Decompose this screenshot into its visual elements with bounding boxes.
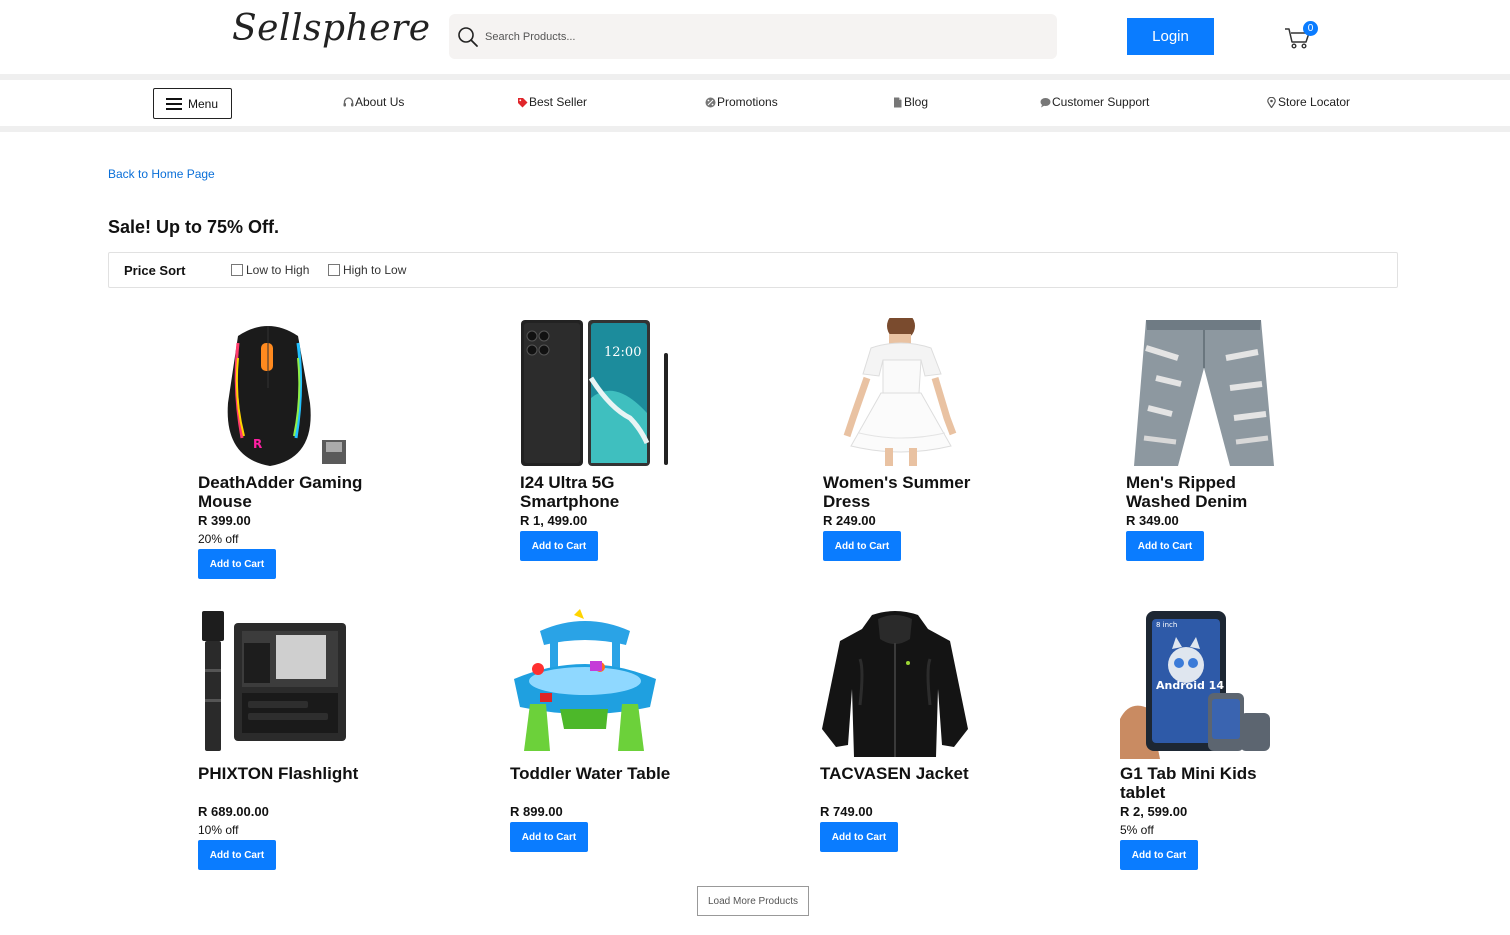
- product-price: R 899.00: [510, 804, 563, 819]
- nav-item-label: Customer Support: [1052, 95, 1150, 109]
- add-to-cart-button[interactable]: Add to Cart: [198, 840, 276, 870]
- nav-item-label: Store Locator: [1278, 95, 1351, 109]
- menu-button[interactable]: Menu: [153, 88, 232, 119]
- sort-option-label: Low to High: [246, 263, 310, 277]
- product-card: Android 14 8 inch G1 Tab Mini Kids table…: [1120, 609, 1300, 871]
- product-price: R 249.00: [823, 513, 876, 528]
- product-name[interactable]: Men's Ripped Washed Denim: [1126, 473, 1296, 511]
- jacket-image[interactable]: [820, 609, 970, 759]
- svg-text:8 inch: 8 inch: [1156, 621, 1177, 629]
- search-icon[interactable]: [457, 26, 479, 48]
- product-discount: 10% off: [198, 823, 239, 837]
- product-card: PHIXTON Flashlight R 689.00.00 10% off A…: [198, 609, 378, 871]
- product-name[interactable]: Women's Summer Dress: [823, 473, 993, 511]
- add-to-cart-button[interactable]: Add to Cart: [520, 531, 598, 561]
- sort-option-label: High to Low: [343, 263, 407, 277]
- product-card: R DeathAdder Gaming Mouse R 399.00 20% o…: [198, 318, 378, 580]
- load-more-button[interactable]: Load More Products: [697, 886, 809, 916]
- site-header: Sellsphere Login 0: [0, 0, 1510, 74]
- product-discount: 5% off: [1120, 823, 1154, 837]
- product-name[interactable]: G1 Tab Mini Kids tablet: [1120, 764, 1290, 802]
- menu-label: Menu: [188, 96, 219, 111]
- nav-item-label: Promotions: [717, 95, 778, 109]
- document-icon: [894, 97, 902, 107]
- nav-item-store-locator[interactable]: Store Locator: [1266, 95, 1350, 109]
- back-to-home-link[interactable]: Back to Home Page: [108, 167, 215, 181]
- nav-item-label: Blog: [904, 95, 929, 109]
- product-card: 12:00 I24 Ultra 5G Smartphone R 1, 499.0…: [520, 318, 700, 568]
- tablet-image[interactable]: Android 14 8 inch: [1120, 609, 1270, 759]
- main-nav: Menu About Us Best Seller Promotions Blo…: [0, 80, 1510, 126]
- svg-text:12:00: 12:00: [604, 345, 641, 360]
- add-to-cart-button[interactable]: Add to Cart: [198, 549, 276, 579]
- product-price: R 349.00: [1126, 513, 1179, 528]
- product-card: Women's Summer Dress R 249.00 Add to Car…: [823, 318, 1003, 568]
- flashlight-image[interactable]: [198, 609, 348, 759]
- site-logo[interactable]: Sellsphere: [232, 8, 431, 49]
- tag-icon: [518, 97, 528, 107]
- chat-icon: [1040, 97, 1051, 107]
- cart-count-badge: 0: [1303, 21, 1318, 36]
- nav-item-best-seller[interactable]: Best Seller: [517, 95, 587, 109]
- nav-item-customer-support[interactable]: Customer Support: [1040, 95, 1149, 109]
- search-input[interactable]: [485, 26, 1045, 48]
- smartphone-image[interactable]: 12:00: [520, 318, 670, 468]
- svg-text:R: R: [253, 437, 262, 451]
- sort-low-to-high[interactable]: Low to High: [231, 263, 309, 277]
- hamburger-icon: [166, 97, 182, 110]
- product-price: R 399.00: [198, 513, 251, 528]
- dress-image[interactable]: [823, 318, 973, 468]
- product-name[interactable]: I24 Ultra 5G Smartphone: [520, 473, 690, 511]
- nav-divider: [0, 126, 1510, 132]
- product-discount: 20% off: [198, 532, 239, 546]
- product-price: R 2, 599.00: [1120, 804, 1188, 819]
- product-card: TACVASEN Jacket R 749.00 Add to Cart: [820, 609, 1000, 859]
- water-table-image[interactable]: [510, 609, 660, 759]
- nav-item-blog[interactable]: Blog: [892, 95, 928, 109]
- nav-item-promotions[interactable]: Promotions: [705, 95, 778, 109]
- add-to-cart-button[interactable]: Add to Cart: [1120, 840, 1198, 870]
- add-to-cart-button[interactable]: Add to Cart: [823, 531, 901, 561]
- map-pin-icon: [1267, 96, 1276, 108]
- price-sort-bar: Price Sort Low to High High to Low: [108, 252, 1398, 288]
- login-button[interactable]: Login: [1127, 18, 1214, 55]
- product-name[interactable]: TACVASEN Jacket: [820, 764, 990, 783]
- product-card: Toddler Water Table R 899.00 Add to Cart: [510, 609, 690, 859]
- nav-item-label: About Us: [355, 95, 405, 109]
- product-name[interactable]: DeathAdder Gaming Mouse: [198, 473, 368, 511]
- nav-item-about-us[interactable]: About Us: [343, 95, 404, 109]
- add-to-cart-button[interactable]: Add to Cart: [510, 822, 588, 852]
- headset-icon: [343, 96, 354, 106]
- gaming-mouse-image[interactable]: R: [198, 318, 348, 468]
- product-price: R 749.00: [820, 804, 873, 819]
- product-price: R 689.00.00: [198, 804, 269, 819]
- high-to-low-checkbox[interactable]: [328, 264, 340, 276]
- price-sort-label: Price Sort: [124, 263, 186, 278]
- product-price: R 1, 499.00: [520, 513, 588, 528]
- product-name[interactable]: PHIXTON Flashlight: [198, 764, 368, 783]
- add-to-cart-button[interactable]: Add to Cart: [1126, 531, 1204, 561]
- search-bar[interactable]: [449, 14, 1057, 59]
- page-title: Sale! Up to 75% Off.: [108, 217, 280, 237]
- product-name[interactable]: Toddler Water Table: [510, 764, 680, 783]
- sort-high-to-low[interactable]: High to Low: [328, 263, 406, 277]
- add-to-cart-button[interactable]: Add to Cart: [820, 822, 898, 852]
- nav-item-label: Best Seller: [529, 95, 588, 109]
- denim-image[interactable]: [1126, 318, 1276, 468]
- svg-text:Android 14: Android 14: [1156, 679, 1224, 692]
- percent-icon: [705, 97, 716, 107]
- low-to-high-checkbox[interactable]: [231, 264, 243, 276]
- product-card: Men's Ripped Washed Denim R 349.00 Add t…: [1126, 318, 1306, 568]
